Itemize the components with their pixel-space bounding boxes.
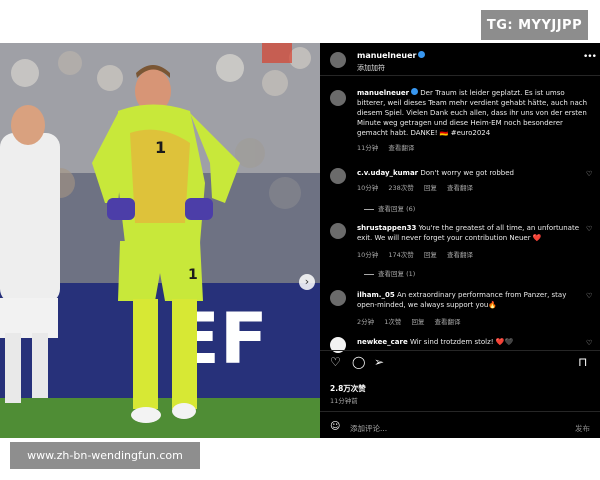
comment-time: 10分钟 bbox=[357, 184, 379, 192]
comment-username[interactable]: newkee_care bbox=[357, 338, 408, 346]
comment-meta: 2分钟 1次赞 回复 查看翻译 bbox=[357, 316, 469, 326]
send-icon[interactable]: ➢ bbox=[374, 355, 384, 369]
reply-link[interactable]: 回复 bbox=[411, 318, 424, 326]
comment-body: Don't worry we got robbed bbox=[420, 169, 514, 177]
comment-username[interactable]: ilham._05 bbox=[357, 291, 395, 299]
avatar[interactable] bbox=[330, 90, 346, 106]
comment-text: c.v.uday_kumar Don't worry we got robbed bbox=[357, 168, 583, 178]
chevron-right-icon[interactable]: › bbox=[299, 274, 315, 290]
verified-icon bbox=[411, 88, 419, 95]
divider bbox=[320, 350, 600, 351]
comment-likes[interactable]: 1次赞 bbox=[384, 318, 401, 326]
action-bar: ♡ ◯ ➢ ⊓ bbox=[320, 355, 600, 375]
comment-time: 2分钟 bbox=[357, 318, 375, 326]
translate-link[interactable]: 查看翻译 bbox=[388, 144, 414, 152]
translate-link[interactable]: 查看翻译 bbox=[435, 318, 461, 326]
bookmark-icon[interactable]: ⊓ bbox=[578, 355, 587, 369]
caption-username[interactable]: manuelneuer bbox=[357, 89, 409, 97]
emoji-icon[interactable]: ☺ bbox=[330, 421, 340, 432]
comment-likes[interactable]: 238次赞 bbox=[388, 184, 413, 192]
add-comment-bar: ☺ 添加评论... 发布 bbox=[320, 417, 600, 438]
translate-link[interactable]: 查看翻译 bbox=[447, 184, 473, 192]
post-photo[interactable]: EF 1 1 › bbox=[0, 43, 320, 438]
comment-icon[interactable]: ◯ bbox=[352, 355, 365, 369]
comment-meta: 10分钟 238次赞 回复 查看翻译 bbox=[357, 182, 481, 192]
reply-link[interactable]: 回复 bbox=[424, 184, 437, 192]
likes-count[interactable]: 2.8万次赞 bbox=[330, 383, 366, 394]
divider bbox=[320, 411, 600, 412]
view-replies-link[interactable]: 查看回复 (1) bbox=[378, 268, 415, 278]
avatar[interactable] bbox=[330, 290, 346, 306]
caption-meta: 11分钟 查看翻译 bbox=[357, 142, 422, 152]
instagram-panel: manuelneuer 添加加符 ••• manuelneuer Der Tra… bbox=[320, 43, 600, 438]
svg-text:1: 1 bbox=[155, 138, 166, 157]
heart-icon[interactable]: ♡ bbox=[586, 170, 592, 178]
comment-body: Wir sind trotzdem stolz! ❤️🖤 bbox=[409, 338, 514, 346]
translate-link[interactable]: 查看翻译 bbox=[447, 251, 473, 259]
heart-icon[interactable]: ♡ bbox=[586, 339, 592, 347]
post-username[interactable]: manuelneuer bbox=[357, 51, 426, 60]
divider bbox=[320, 75, 600, 76]
heart-icon[interactable]: ♡ bbox=[586, 292, 592, 300]
post-button[interactable]: 发布 bbox=[575, 423, 590, 434]
comment-likes[interactable]: 174次赞 bbox=[388, 251, 413, 259]
comment-text: newkee_care Wir sind trotzdem stolz! ❤️🖤 bbox=[357, 337, 583, 347]
verified-icon bbox=[418, 51, 426, 58]
caption-text: manuelneuer Der Traum ist leider geplatz… bbox=[357, 88, 589, 138]
watermark: www.zh-bn-wendingfun.com bbox=[10, 442, 200, 469]
comment-username[interactable]: shrustappen33 bbox=[357, 224, 416, 232]
post-time: 11分钟前 bbox=[330, 397, 358, 405]
comment-time: 10分钟 bbox=[357, 251, 379, 259]
avatar[interactable] bbox=[330, 168, 346, 184]
tg-badge: TG: MYYJJPP bbox=[481, 10, 588, 40]
post-header: manuelneuer 添加加符 ••• bbox=[320, 43, 600, 73]
comment-text: shrustappen33 You're the greatest of all… bbox=[357, 223, 583, 243]
caption-time: 11分钟 bbox=[357, 144, 379, 152]
comment-username[interactable]: c.v.uday_kumar bbox=[357, 169, 418, 177]
svg-text:1: 1 bbox=[188, 267, 198, 283]
avatar[interactable] bbox=[330, 52, 346, 68]
comment-text: ilham._05 An extraordinary performance f… bbox=[357, 290, 583, 310]
post-subtitle: 添加加符 bbox=[357, 64, 385, 72]
view-replies-link[interactable]: 查看回复 (6) bbox=[378, 203, 415, 213]
heart-icon[interactable]: ♡ bbox=[330, 355, 341, 369]
goalkeeper-photo: EF 1 1 bbox=[0, 43, 320, 438]
avatar[interactable] bbox=[330, 223, 346, 239]
more-options-icon[interactable]: ••• bbox=[583, 52, 597, 62]
reply-link[interactable]: 回复 bbox=[424, 251, 437, 259]
add-comment-input[interactable]: 添加评论... bbox=[350, 423, 387, 434]
heart-icon[interactable]: ♡ bbox=[586, 225, 592, 233]
comment-meta: 10分钟 174次赞 回复 查看翻译 bbox=[357, 249, 481, 259]
